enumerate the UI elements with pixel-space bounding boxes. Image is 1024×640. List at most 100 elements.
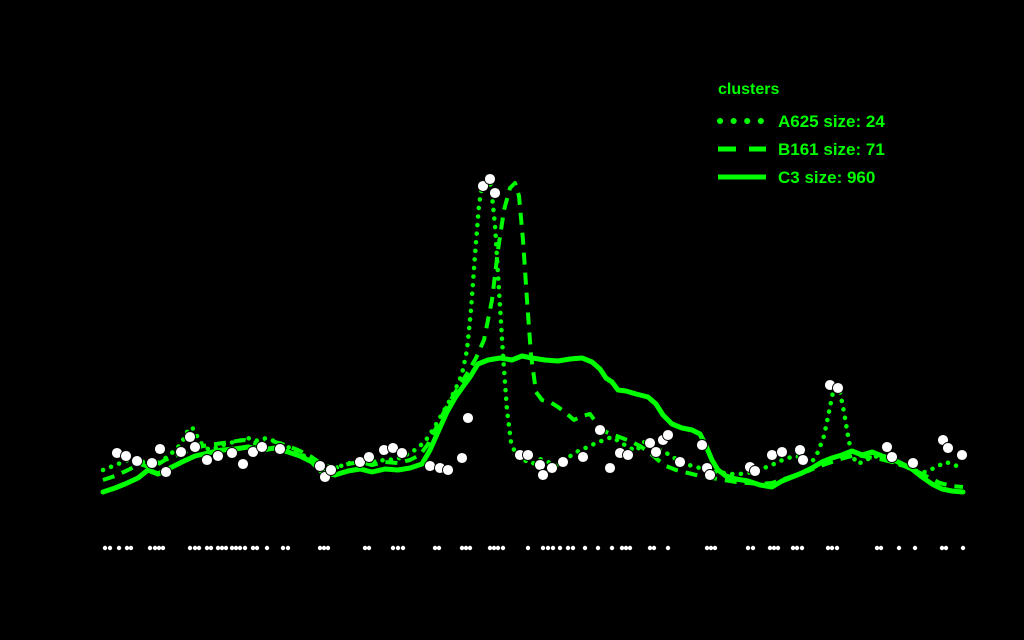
scatter-point — [325, 464, 337, 476]
rug-point — [463, 545, 469, 551]
legend-title: clusters — [718, 81, 780, 98]
scatter-point — [942, 442, 954, 454]
rug-point — [799, 545, 805, 551]
rug-point — [124, 545, 130, 551]
scatter-point — [424, 460, 436, 472]
rug-point — [436, 545, 442, 551]
scatter-point — [146, 457, 158, 469]
scatter-point — [201, 454, 213, 466]
rug-point — [582, 545, 588, 551]
scatter-point — [704, 469, 716, 481]
rug-point — [128, 545, 134, 551]
series-line-a625 — [100, 173, 966, 477]
rug-point — [366, 545, 372, 551]
rug-point — [390, 545, 396, 551]
rug-point — [321, 545, 327, 551]
rug-point — [767, 545, 773, 551]
rug-point — [834, 545, 840, 551]
scatter-point — [120, 450, 132, 462]
rug-point — [223, 545, 229, 551]
rug-point — [192, 545, 198, 551]
scatter-point — [462, 412, 474, 424]
rug-point — [912, 545, 918, 551]
rug-point — [771, 545, 777, 551]
rug-point — [285, 545, 291, 551]
rug-point — [750, 545, 756, 551]
rug-point — [557, 545, 563, 551]
rug-point — [395, 545, 401, 551]
scatter-point — [456, 452, 468, 464]
rug-point — [400, 545, 406, 551]
scatter-point — [674, 456, 686, 468]
rug-point — [147, 545, 153, 551]
rug-point — [208, 545, 214, 551]
scatter-point — [832, 382, 844, 394]
scatter-point — [749, 465, 761, 477]
scatter-point — [314, 460, 326, 472]
rug-point — [874, 545, 880, 551]
scatter-point — [557, 456, 569, 468]
rug-point — [665, 545, 671, 551]
rug-point — [152, 545, 158, 551]
rug-point — [647, 545, 653, 551]
rug-point — [432, 545, 438, 551]
rug-point — [565, 545, 571, 551]
scatter-point — [604, 462, 616, 474]
rug-point — [317, 545, 323, 551]
rug-point — [550, 545, 556, 551]
rug-point — [525, 545, 531, 551]
scatter-point — [956, 449, 968, 461]
rug-point — [708, 545, 714, 551]
rug-points-group — [102, 545, 966, 551]
scatter-point — [594, 424, 606, 436]
legend-label-b161: B161 size: 71 — [778, 139, 885, 159]
scatter-point — [396, 447, 408, 459]
rug-point — [467, 545, 473, 551]
rug-point — [609, 545, 615, 551]
rug-point — [704, 545, 710, 551]
rug-point — [570, 545, 576, 551]
scatter-point — [577, 451, 589, 463]
series-lines-group — [100, 173, 966, 495]
rug-point — [242, 545, 248, 551]
rug-point — [215, 545, 221, 551]
rug-point — [651, 545, 657, 551]
rug-point — [187, 545, 193, 551]
scatter-point — [154, 443, 166, 455]
legend-item-c3: C3 size: 960 — [716, 163, 885, 191]
rug-point — [204, 545, 210, 551]
rug-point — [229, 545, 235, 551]
rug-point — [107, 545, 113, 551]
rug-point — [540, 545, 546, 551]
scatter-point — [175, 446, 187, 458]
rug-point — [196, 545, 202, 551]
rug-point — [116, 545, 122, 551]
rug-point — [325, 545, 331, 551]
rug-point — [825, 545, 831, 551]
plot-canvas: clusters A625 size: 24 B161 size: 71 C3 … — [0, 0, 1024, 640]
scatter-point — [189, 441, 201, 453]
scatter-point — [442, 464, 454, 476]
scatter-points-group — [111, 173, 968, 483]
rug-point — [254, 545, 260, 551]
rug-point — [878, 545, 884, 551]
legend-label-c3: C3 size: 960 — [778, 167, 876, 187]
scatter-point — [131, 455, 143, 467]
legend-label-a625: A625 size: 24 — [778, 111, 885, 131]
scatter-point — [489, 187, 501, 199]
rug-point — [595, 545, 601, 551]
scatter-point — [696, 439, 708, 451]
rug-point — [459, 545, 465, 551]
scatter-point — [766, 449, 778, 461]
rug-point — [619, 545, 625, 551]
scatter-point — [776, 446, 788, 458]
scatter-point — [534, 459, 546, 471]
rug-point — [237, 545, 243, 551]
rug-point — [362, 545, 368, 551]
dashed-line-icon — [718, 146, 766, 152]
rug-point — [280, 545, 286, 551]
scatter-point — [484, 173, 496, 185]
rug-point — [939, 545, 945, 551]
dotted-line-icon — [717, 118, 766, 124]
scatter-point — [212, 450, 224, 462]
